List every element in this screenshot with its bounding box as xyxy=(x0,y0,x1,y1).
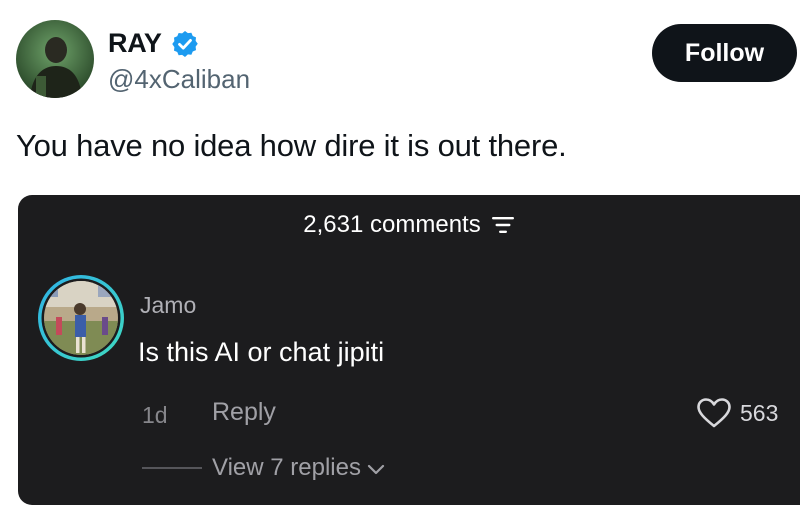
comment-text: Is this AI or chat jipiti xyxy=(138,337,385,367)
author-handle[interactable]: @4xCaliban xyxy=(108,64,250,95)
tweet-text: You have no idea how dire it is out ther… xyxy=(16,128,567,163)
commenter-name[interactable]: Jamo xyxy=(140,292,196,319)
sort-filter-icon xyxy=(491,214,515,236)
reply-button[interactable]: Reply xyxy=(212,398,276,427)
author-avatar[interactable] xyxy=(16,20,94,98)
comment-age: 1d xyxy=(142,402,168,428)
like-button[interactable]: 563 xyxy=(696,397,778,429)
embedded-comment-screenshot[interactable]: 2,631 comments Jamo Is this AI or chat j… xyxy=(18,195,800,505)
view-replies-label: View 7 replies xyxy=(212,454,361,481)
heart-icon xyxy=(696,397,732,429)
follow-button[interactable]: Follow xyxy=(652,24,797,82)
tweet-card: RAY @4xCaliban Follow You have no idea h… xyxy=(0,0,800,508)
verified-badge-icon xyxy=(170,29,200,59)
author-name-row[interactable]: RAY xyxy=(108,28,200,59)
replies-divider xyxy=(142,467,202,469)
like-count: 563 xyxy=(740,399,779,426)
comments-header: 2,631 comments xyxy=(18,211,800,239)
view-replies-button[interactable]: View 7 replies xyxy=(212,454,385,482)
chevron-down-icon xyxy=(367,460,385,476)
comments-count: 2,631 comments xyxy=(303,211,481,238)
author-display-name[interactable]: RAY xyxy=(108,28,162,59)
commenter-avatar[interactable] xyxy=(36,273,126,363)
